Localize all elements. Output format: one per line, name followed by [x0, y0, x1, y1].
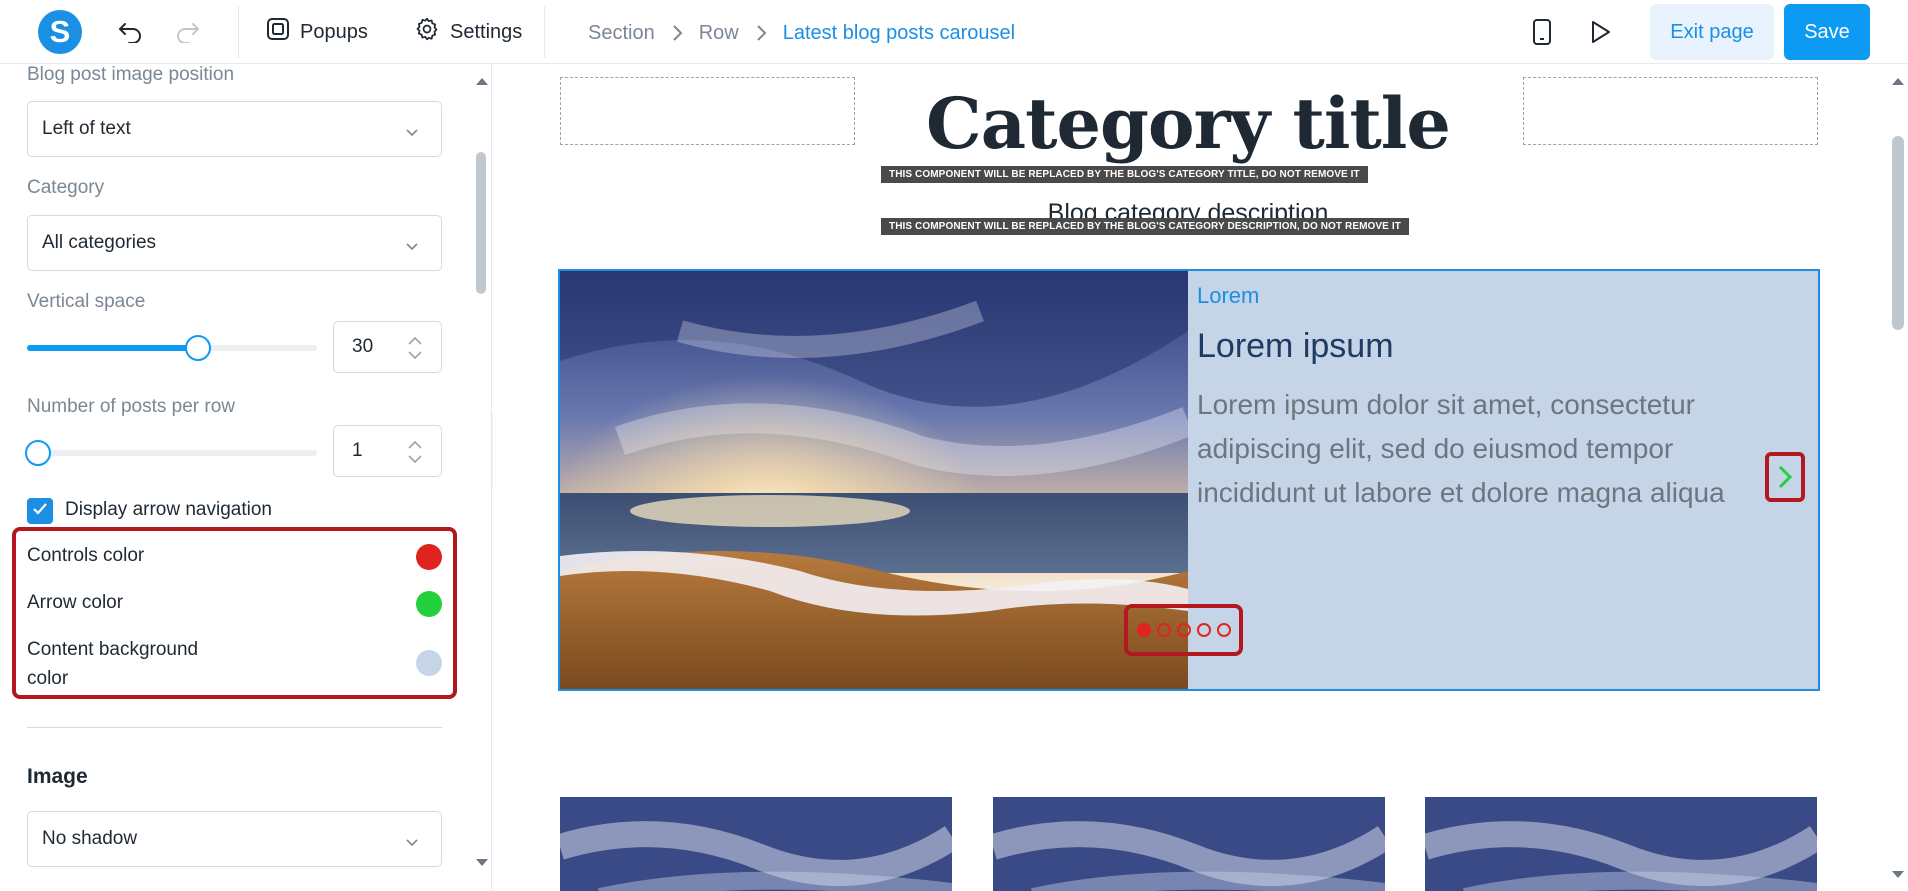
scroll-down-icon[interactable]: [475, 858, 489, 868]
chevron-down-icon: [405, 122, 419, 144]
stepper-icon[interactable]: [407, 438, 423, 472]
slider-handle[interactable]: [25, 440, 51, 466]
vertical-space-input[interactable]: 30: [333, 321, 442, 373]
slider-fill: [27, 345, 199, 351]
category-value: All categories: [42, 232, 157, 253]
post-card-thumbnail[interactable]: [560, 797, 952, 891]
carousel-next-button[interactable]: [1765, 452, 1805, 502]
top-toolbar: S Popups Settings Section Row Latest blo…: [0, 0, 1908, 64]
breadcrumb: Section Row Latest blog posts carousel: [588, 18, 1015, 48]
chevron-right-icon: [755, 24, 767, 42]
image-section-title: Image: [27, 765, 88, 788]
breadcrumb-item-section[interactable]: Section: [588, 22, 655, 45]
settings-button[interactable]: Settings: [414, 14, 522, 50]
save-button[interactable]: Save: [1784, 4, 1870, 60]
posts-per-row-label: Number of posts per row: [27, 396, 236, 417]
popups-label: Popups: [300, 20, 368, 43]
controls-color-label: Controls color: [27, 545, 145, 566]
arrow-color-swatch[interactable]: [416, 591, 442, 617]
image-position-value: Left of text: [42, 118, 131, 139]
posts-per-row-input[interactable]: 1: [333, 425, 442, 477]
category-description-notice: THIS COMPONENT WILL BE REPLACED BY THE B…: [881, 218, 1409, 235]
canvas-scrollbar-thumb[interactable]: [1892, 136, 1904, 330]
image-position-label: Blog post image position: [27, 64, 235, 85]
vertical-space-slider[interactable]: [27, 335, 317, 361]
gear-icon: [414, 16, 440, 48]
chevron-down-icon: [405, 832, 419, 854]
posts-per-row-slider[interactable]: [25, 440, 317, 466]
post-card-thumbnail[interactable]: [1425, 797, 1817, 891]
carousel-dot[interactable]: [1196, 623, 1211, 637]
carousel-pagination: [1124, 604, 1243, 656]
arrow-navigation-checkbox[interactable]: [27, 498, 53, 524]
redo-icon[interactable]: [170, 14, 206, 50]
canvas-scrollbar[interactable]: [1888, 64, 1908, 891]
content-background-color-swatch[interactable]: [416, 650, 442, 676]
post-title[interactable]: Lorem ipsum: [1197, 327, 1394, 366]
exit-page-button[interactable]: Exit page: [1650, 4, 1774, 60]
breadcrumb-item-current: Latest blog posts carousel: [782, 21, 1016, 44]
category-label: Category: [27, 177, 105, 198]
arrow-navigation-label: Display arrow navigation: [65, 499, 272, 520]
chevron-right-icon: [671, 24, 683, 42]
carousel-dot[interactable]: [1216, 623, 1231, 637]
toolbar-divider: [238, 6, 239, 58]
vertical-space-value: 30: [352, 336, 374, 357]
breadcrumb-item-row[interactable]: Row: [699, 22, 739, 45]
toolbar-divider: [544, 6, 545, 58]
settings-panel: Blog post image position Left of text Ca…: [0, 64, 492, 891]
mobile-preview-icon[interactable]: [1524, 14, 1560, 50]
scroll-down-icon[interactable]: [1891, 870, 1905, 880]
play-icon[interactable]: [1582, 14, 1618, 50]
carousel-dot[interactable]: [1176, 623, 1191, 637]
chevron-right-icon: [1778, 465, 1793, 489]
vertical-space-label: Vertical space: [27, 291, 146, 312]
image-shadow-value: No shadow: [42, 828, 138, 849]
popups-icon: [266, 17, 290, 47]
category-title-notice: THIS COMPONENT WILL BE REPLACED BY THE B…: [881, 166, 1368, 183]
scroll-up-icon[interactable]: [475, 76, 489, 86]
image-position-select[interactable]: Left of text: [27, 101, 442, 157]
stepper-icon[interactable]: [407, 334, 423, 368]
posts-per-row-value: 1: [352, 440, 363, 461]
post-image[interactable]: [560, 271, 1188, 689]
content-background-color-label: Content background color: [27, 639, 199, 689]
panel-scrollbar-thumb[interactable]: [476, 152, 486, 294]
popups-button[interactable]: Popups: [266, 14, 368, 50]
post-card-thumbnail[interactable]: [993, 797, 1385, 891]
category-title[interactable]: Category title: [493, 82, 1883, 165]
undo-icon[interactable]: [112, 14, 148, 50]
section-divider: [27, 727, 442, 728]
image-shadow-select[interactable]: No shadow: [27, 811, 442, 867]
page-canvas: Category title THIS COMPONENT WILL BE RE…: [493, 64, 1888, 891]
category-select[interactable]: All categories: [27, 215, 442, 271]
arrow-color-label: Arrow color: [27, 592, 124, 613]
panel-scrollbar[interactable]: [473, 64, 491, 891]
post-category-link[interactable]: Lorem: [1197, 283, 1259, 309]
carousel-dot[interactable]: [1136, 623, 1151, 637]
carousel-dot[interactable]: [1156, 623, 1171, 637]
post-excerpt: Lorem ipsum dolor sit amet, consectetur …: [1197, 389, 1725, 508]
checkmark-icon: [32, 502, 48, 521]
slider-handle[interactable]: [185, 335, 212, 361]
controls-color-swatch[interactable]: [416, 544, 442, 570]
app-logo[interactable]: S: [38, 10, 82, 54]
scroll-up-icon[interactable]: [1891, 76, 1905, 86]
chevron-down-icon: [405, 236, 419, 258]
settings-label: Settings: [450, 20, 523, 43]
